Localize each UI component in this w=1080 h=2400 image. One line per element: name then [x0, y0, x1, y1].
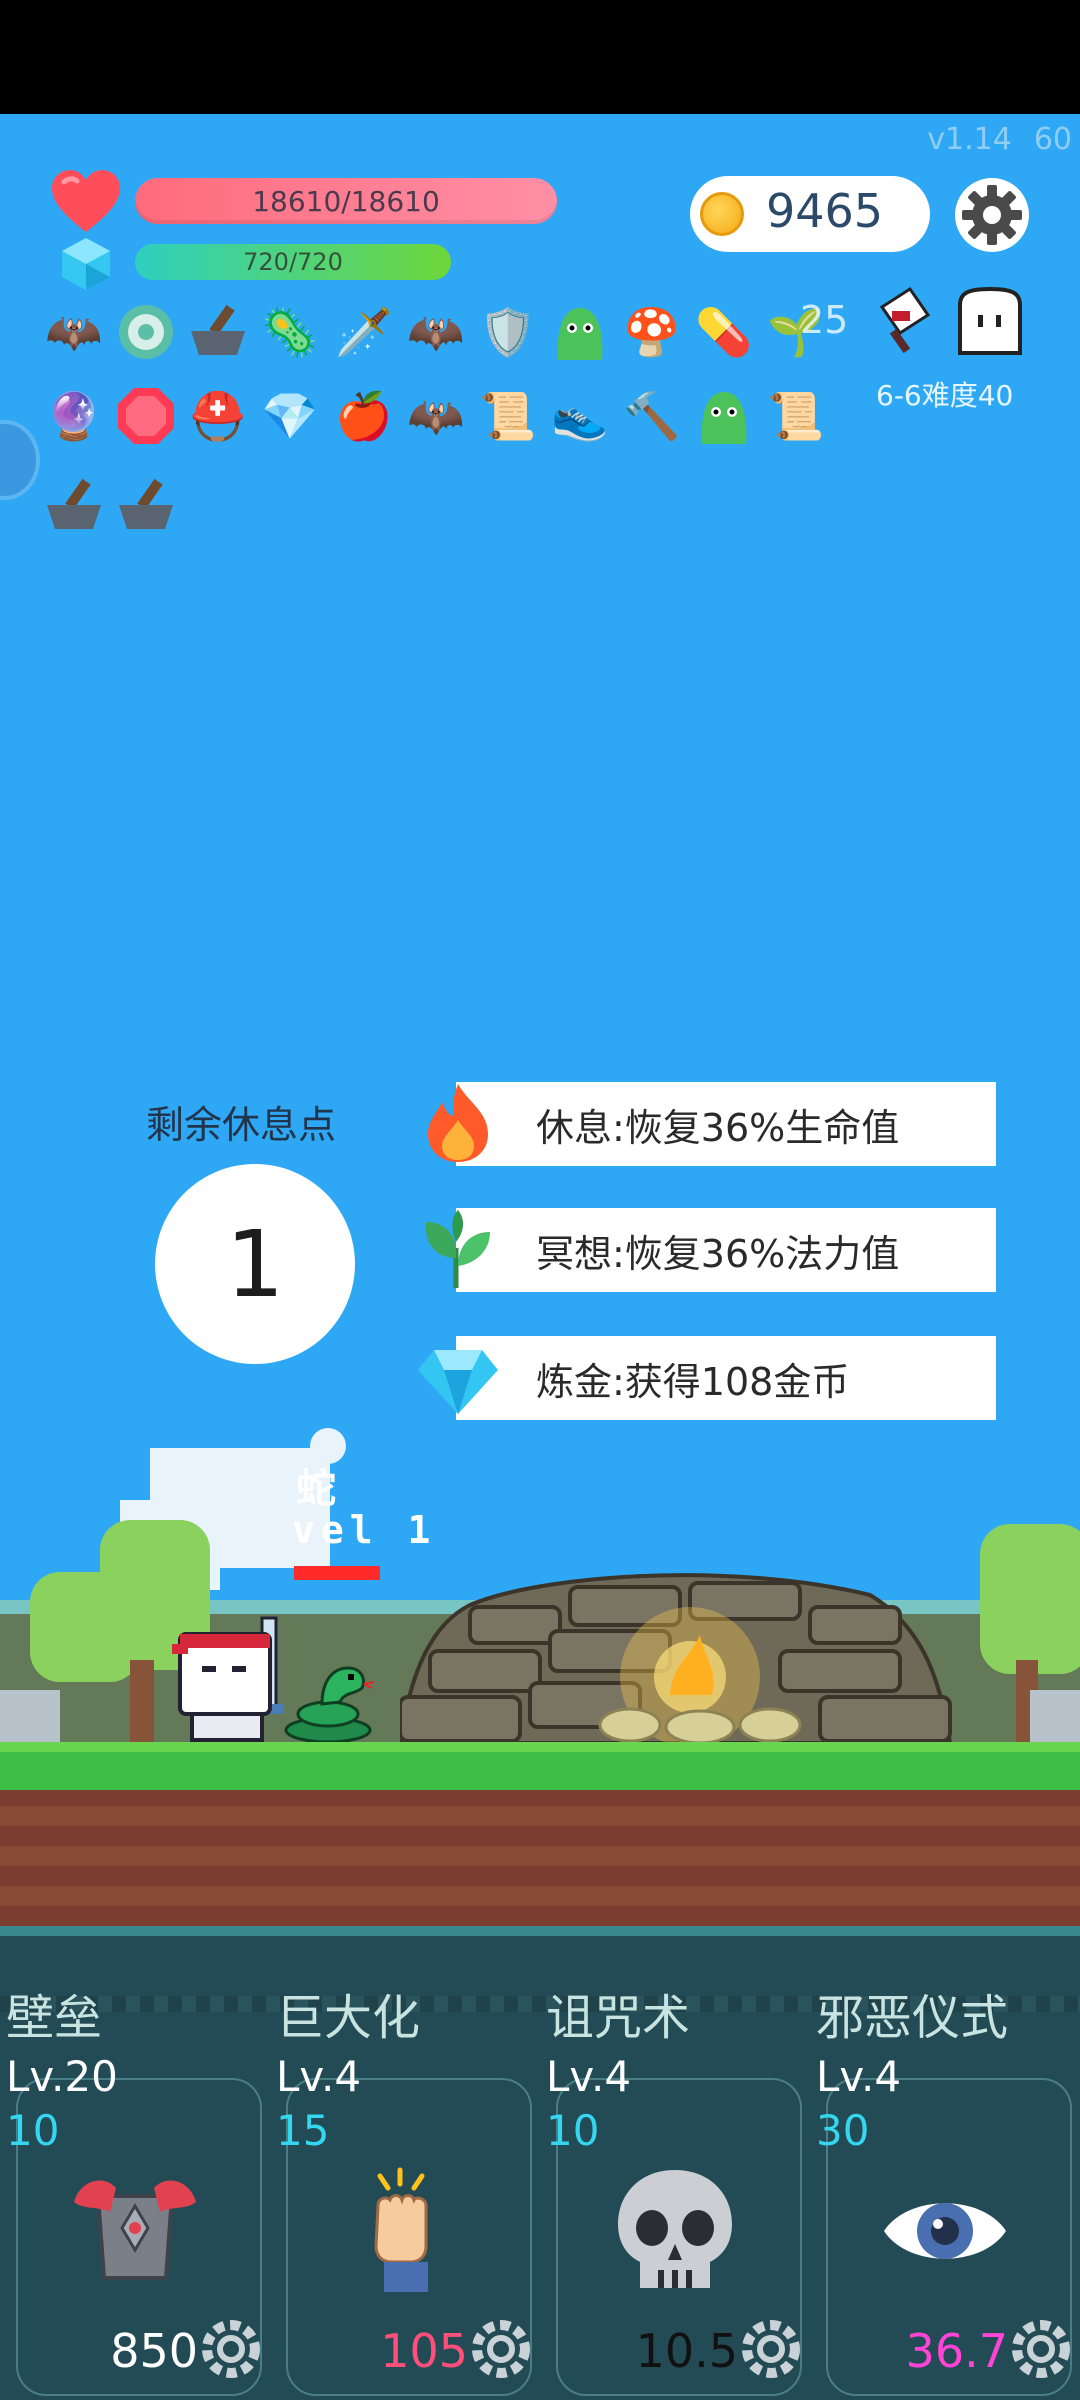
skill-name: 巨大化: [276, 1990, 421, 2046]
coin-icon: [700, 192, 744, 236]
enemy-name: 蛇: [296, 1466, 336, 1512]
skill-value: 36.7: [905, 2324, 1008, 2378]
fist-icon: [374, 2167, 428, 2292]
version-info: v1.14 60: [927, 122, 1072, 157]
bat-icon[interactable]: 🦇: [404, 300, 468, 364]
skill-name: 邪恶仪式: [816, 1990, 1009, 2046]
skill-value: 105: [380, 2324, 468, 2378]
armor-icon: [74, 2180, 196, 2280]
sword-icon[interactable]: 🗡️: [332, 300, 396, 364]
fire-icon: [428, 1084, 488, 1162]
skill-cost: 10: [6, 2106, 60, 2155]
gravestone: [0, 1690, 60, 1742]
skill-name: 壁垒: [6, 1990, 103, 2046]
apple-icon[interactable]: 🍎: [332, 384, 396, 448]
ruby-icon[interactable]: [114, 384, 178, 448]
gravestone: [1030, 1690, 1080, 1742]
hp-bar: 18610/18610: [135, 178, 557, 224]
skill-upgrade-gear-icon[interactable]: [740, 2318, 802, 2380]
skill-upgrade-gear-icon[interactable]: [200, 2318, 262, 2380]
skill-cost: 30: [816, 2106, 870, 2155]
mortar-icon[interactable]: [42, 474, 106, 538]
enemy-level: vel 1: [292, 1508, 437, 1552]
version-label: v1.14: [927, 122, 1012, 157]
eye-icon: [884, 2203, 1006, 2259]
bat-icon[interactable]: 🦇: [404, 384, 468, 448]
snake-enemy: [284, 1666, 374, 1744]
green-virus-icon[interactable]: 🦠: [258, 300, 322, 364]
pill-icon[interactable]: 💊: [692, 300, 756, 364]
hammer-icon[interactable]: 🔨: [620, 384, 684, 448]
rubble-pile: [400, 1573, 953, 1745]
mp-text: 720/720: [243, 248, 343, 276]
status-bar-area: [0, 0, 1080, 114]
mortar-icon[interactable]: [114, 474, 178, 538]
shield-ring-icon[interactable]: [114, 300, 178, 364]
heart-icon: [52, 170, 120, 232]
shield-icon[interactable]: 🛡️: [476, 300, 540, 364]
crystal-ball-icon[interactable]: 🔮: [42, 384, 106, 448]
helmet-icon[interactable]: ⛑️: [186, 384, 250, 448]
skill-level: Lv.4: [276, 2052, 362, 2101]
settings-button[interactable]: [955, 178, 1029, 252]
stage-difficulty: 6-6难度40: [876, 379, 1014, 412]
skull-icon: [618, 2170, 732, 2288]
fps-counter: 60: [1033, 122, 1072, 157]
rest-points-label: 剩余休息点: [146, 1103, 337, 1147]
skill-value: 850: [110, 2324, 198, 2378]
stage-icons: [879, 286, 1022, 355]
skill-upgrade-gear-icon[interactable]: [470, 2318, 532, 2380]
rest-option-alchemy[interactable]: 炼金:获得108金币: [456, 1336, 996, 1420]
rest-points-count: 1: [155, 1164, 355, 1364]
scroll-icon[interactable]: 📜: [764, 384, 828, 448]
dirt-ground: [0, 1790, 1080, 1926]
diamond-icon[interactable]: 💎: [258, 384, 322, 448]
mortar-icon[interactable]: [186, 300, 250, 364]
relic-count: 25: [800, 298, 849, 342]
skill-level: Lv.4: [546, 2052, 632, 2101]
skill-slot-bastion[interactable]: 壁垒 Lv.20 10 850: [0, 1926, 270, 2400]
skill-slot-giant[interactable]: 巨大化 Lv.4 15 105: [270, 1926, 540, 2400]
rest-option-text: 冥想:恢复36%法力值: [536, 1231, 900, 1276]
mushroom-icon[interactable]: 🍄: [620, 300, 684, 364]
rest-option-text: 休息:恢复36%生命值: [536, 1105, 900, 1150]
enemy-hp-bar: [294, 1566, 380, 1580]
bat-icon[interactable]: 🦇: [42, 300, 106, 364]
rest-option-text: 炼金:获得108金币: [536, 1359, 850, 1404]
tree-trunk: [130, 1660, 154, 1744]
coin-count: 9465: [766, 184, 884, 238]
leaf-icon: [425, 1210, 490, 1288]
rest-option-meditate[interactable]: 冥想:恢复36%法力值: [456, 1208, 996, 1292]
slime-icon[interactable]: [548, 300, 612, 364]
hp-text: 18610/18610: [252, 184, 440, 218]
scroll-icon[interactable]: 📜: [476, 384, 540, 448]
skill-slot-evil-ritual[interactable]: 邪恶仪式 Lv.4 30 36.7: [810, 1926, 1080, 2400]
tree: [980, 1524, 1080, 1674]
mana-gem-icon: [62, 238, 110, 290]
skill-upgrade-gear-icon[interactable]: [1010, 2318, 1072, 2380]
skill-level: Lv.4: [816, 2052, 902, 2101]
slime-icon[interactable]: [692, 384, 756, 448]
rest-option-heal[interactable]: 休息:恢复36%生命值: [456, 1082, 996, 1166]
gear-icon: [962, 185, 1022, 245]
skill-value: 10.5: [635, 2324, 738, 2378]
mp-bar: 720/720: [135, 244, 451, 280]
cleaver-icon: [879, 286, 931, 354]
skill-slot-curse[interactable]: 诅咒术 Lv.4 10 10.5: [540, 1926, 810, 2400]
skill-cost: 10: [546, 2106, 600, 2155]
skill-level: Lv.20: [6, 2052, 118, 2101]
skill-name: 诅咒术: [546, 1990, 691, 2046]
shoe-icon[interactable]: 👟: [548, 384, 612, 448]
grass-ground: [0, 1742, 1080, 1790]
skill-cost: 15: [276, 2106, 330, 2155]
hero-character: [172, 1616, 284, 1742]
diamond-icon: [418, 1350, 498, 1414]
ghost-icon: [958, 286, 1022, 355]
